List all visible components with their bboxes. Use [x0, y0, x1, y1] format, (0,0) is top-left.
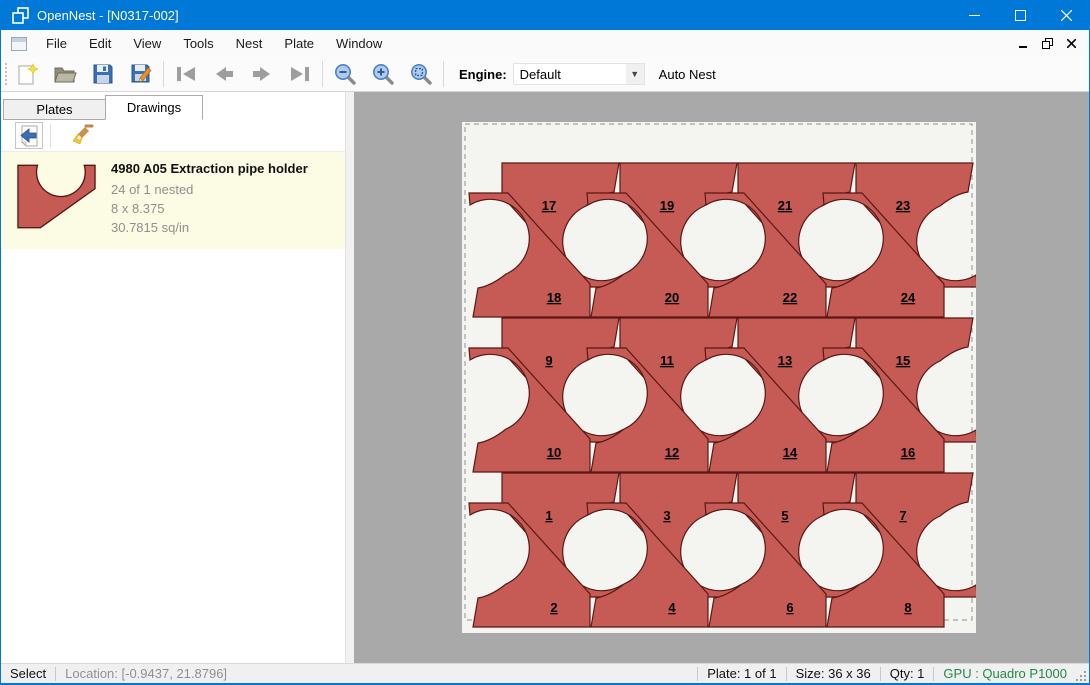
- window-title: OpenNest - [N0317-002]: [37, 8, 951, 23]
- status-gpu: GPU : Quadro P1000: [943, 666, 1067, 681]
- tab-plates[interactable]: Plates: [3, 99, 105, 120]
- menu-view[interactable]: View: [122, 31, 172, 56]
- menu-edit[interactable]: Edit: [78, 31, 122, 56]
- menu-nest[interactable]: Nest: [225, 31, 274, 56]
- status-mode: Select: [10, 666, 46, 681]
- part-number-label: 1: [545, 508, 552, 523]
- part-number-label: 4: [668, 600, 676, 615]
- drawings-toolbar: [1, 120, 345, 152]
- drawing-list-item[interactable]: 4980 A05 Extraction pipe holder 24 of 1 …: [1, 152, 345, 249]
- previous-plate-button[interactable]: [205, 59, 243, 89]
- auto-nest-button[interactable]: Auto Nest: [659, 67, 716, 82]
- status-separator: [933, 667, 934, 681]
- part-number-label: 2: [550, 600, 557, 615]
- part-number-label: 24: [901, 290, 916, 305]
- import-drawing-button[interactable]: [15, 122, 43, 149]
- resize-grip-icon[interactable]: [1075, 670, 1087, 682]
- zoom-out-button[interactable]: [326, 59, 364, 89]
- part-number-label: 16: [901, 445, 915, 460]
- status-qty: Qty: 1: [890, 666, 925, 681]
- new-button[interactable]: [8, 59, 46, 89]
- title-bar: OpenNest - [N0317-002]: [1, 0, 1089, 30]
- part-number-label: 3: [663, 508, 670, 523]
- part-number-label: 22: [783, 290, 797, 305]
- drawing-area: 30.7815 sq/in: [111, 220, 308, 235]
- plate-sheet[interactable]: 171819202122232491011121314151612345678: [462, 122, 976, 633]
- main-toolbar: Engine: Default ▼ Auto Nest: [1, 57, 1089, 92]
- toolbar-separator: [163, 61, 164, 87]
- status-separator: [880, 667, 881, 681]
- next-plate-button[interactable]: [243, 59, 281, 89]
- part-thumbnail: [17, 164, 96, 230]
- part-number-label: 19: [660, 198, 674, 213]
- part-number-label: 17: [542, 198, 556, 213]
- minimize-button[interactable]: [951, 0, 997, 30]
- drawing-size: 8 x 8.375: [111, 201, 308, 216]
- panel-toolbar-separator: [50, 124, 51, 148]
- toolbar-separator: [443, 61, 444, 87]
- engine-select[interactable]: Default ▼: [513, 63, 645, 85]
- part-number-label: 5: [781, 508, 788, 523]
- drawing-list-empty-area: [1, 249, 345, 663]
- panel-tabs: Plates Drawings: [1, 92, 345, 120]
- zoom-extents-button[interactable]: [402, 59, 440, 89]
- body: Plates Drawings: [1, 92, 1089, 663]
- maximize-button[interactable]: [997, 0, 1043, 30]
- part-number-label: 14: [783, 445, 798, 460]
- mdi-restore-button[interactable]: [1035, 33, 1059, 55]
- part-number-label: 9: [545, 353, 552, 368]
- panel-scrollbar-track[interactable]: [346, 92, 354, 663]
- part-number-label: 13: [778, 353, 792, 368]
- open-button[interactable]: [46, 59, 84, 89]
- app-window: OpenNest - [N0317-002] File Edit View To…: [0, 0, 1090, 685]
- toolbar-separator: [322, 61, 323, 87]
- status-separator: [55, 667, 56, 681]
- nest-canvas[interactable]: 171819202122232491011121314151612345678: [354, 92, 1089, 663]
- nest-svg: 171819202122232491011121314151612345678: [462, 122, 976, 633]
- part-number-label: 15: [896, 353, 910, 368]
- document-window-icon[interactable]: [11, 37, 27, 51]
- zoom-in-button[interactable]: [364, 59, 402, 89]
- part-number-label: 18: [547, 290, 561, 305]
- part-thumbnail-shape: [18, 165, 95, 227]
- part-number-label: 10: [547, 445, 561, 460]
- left-panel: Plates Drawings: [1, 92, 354, 663]
- save-button[interactable]: [84, 59, 122, 89]
- menu-window[interactable]: Window: [325, 31, 393, 56]
- menu-bar: File Edit View Tools Nest Plate Window: [1, 30, 1089, 57]
- status-separator: [786, 667, 787, 681]
- part-number-label: 23: [896, 198, 910, 213]
- part-number-label: 7: [899, 508, 906, 523]
- mdi-minimize-button[interactable]: [1011, 33, 1035, 55]
- engine-label: Engine:: [459, 67, 507, 82]
- menu-file[interactable]: File: [35, 31, 78, 56]
- part-number-label: 20: [665, 290, 679, 305]
- menu-tools[interactable]: Tools: [172, 31, 224, 56]
- first-plate-button[interactable]: [167, 59, 205, 89]
- status-bar: Select Location: [-0.9437, 21.8796] Plat…: [1, 663, 1089, 683]
- close-button[interactable]: [1043, 0, 1089, 30]
- part-number-label: 21: [778, 198, 792, 213]
- tab-drawings[interactable]: Drawings: [105, 95, 203, 120]
- menu-plate[interactable]: Plate: [273, 31, 325, 56]
- mdi-close-button[interactable]: [1059, 33, 1083, 55]
- engine-selected-value: Default: [514, 67, 626, 82]
- status-plate-size: Size: 36 x 36: [796, 666, 871, 681]
- part-number-label: 8: [904, 600, 911, 615]
- last-plate-button[interactable]: [281, 59, 319, 89]
- drawing-title: 4980 A05 Extraction pipe holder: [111, 161, 308, 176]
- clear-drawings-button[interactable]: [70, 122, 98, 149]
- part-number-label: 6: [786, 600, 793, 615]
- status-location: Location: [-0.9437, 21.8796]: [65, 666, 227, 681]
- app-icon: [12, 7, 29, 24]
- part-number-label: 12: [665, 445, 679, 460]
- drawing-nested-count: 24 of 1 nested: [111, 182, 308, 197]
- status-plate-count: Plate: 1 of 1: [707, 666, 776, 681]
- save-as-button[interactable]: [122, 59, 160, 89]
- chevron-down-icon[interactable]: ▼: [626, 64, 644, 84]
- part-number-label: 11: [660, 353, 674, 368]
- status-separator: [697, 667, 698, 681]
